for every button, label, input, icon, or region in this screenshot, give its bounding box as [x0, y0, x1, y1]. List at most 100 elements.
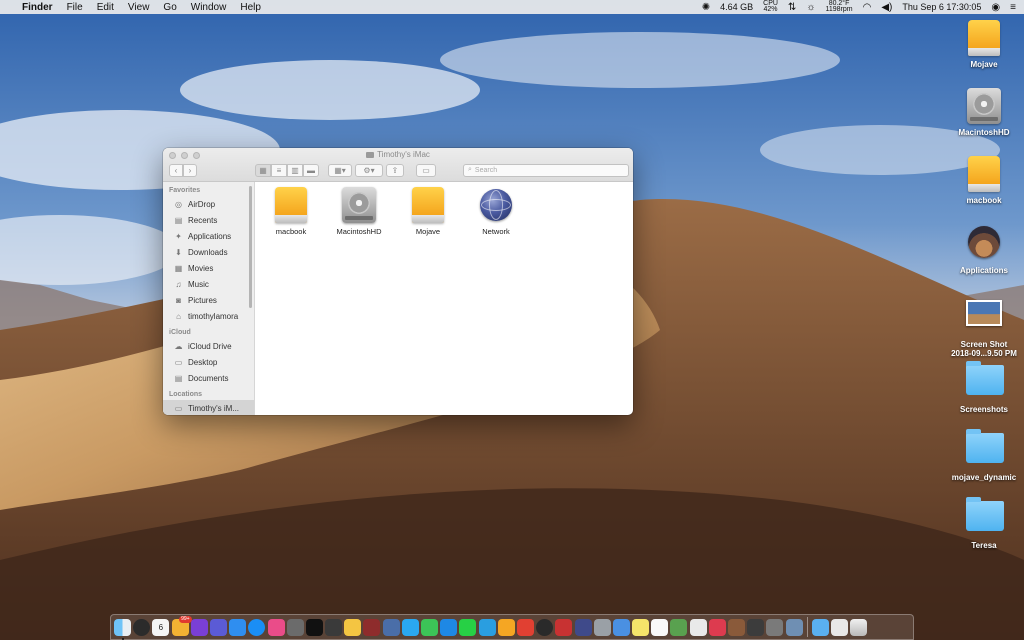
- sidebar-item-label: Downloads: [188, 247, 228, 257]
- share-button[interactable]: ⇪: [386, 163, 404, 177]
- dock-app-icon[interactable]: [440, 618, 458, 636]
- finder-item-network[interactable]: Network: [464, 186, 528, 236]
- dock-app-icon[interactable]: [209, 618, 227, 636]
- dock-app-icon[interactable]: [516, 618, 534, 636]
- desktop-item-mojave-dynamic[interactable]: mojave_dynamic: [944, 429, 1024, 482]
- sensor-indicator[interactable]: 80.2°F 1198rpm: [825, 0, 852, 13]
- dock-app-icon[interactable]: [267, 618, 285, 636]
- menu-edit[interactable]: Edit: [97, 2, 114, 13]
- icon-view-button[interactable]: ▦: [255, 163, 271, 177]
- menu-file[interactable]: File: [67, 2, 83, 13]
- dock-app-icon[interactable]: [421, 618, 438, 636]
- dock-app-icon[interactable]: [286, 618, 304, 636]
- notification-center-icon[interactable]: ≡: [1010, 2, 1016, 13]
- dock-app-icon[interactable]: [785, 618, 803, 636]
- desktop-item-mojave[interactable]: Mojave: [944, 20, 1024, 69]
- volume-icon[interactable]: ◀): [881, 2, 892, 13]
- desktop-item-screen-shot[interactable]: Screen Shot 2018-09...9.50 PM: [944, 294, 1024, 358]
- dock-app-icon[interactable]: [497, 618, 515, 636]
- dock-app-icon[interactable]: [831, 618, 849, 636]
- dock-app-icon[interactable]: [574, 618, 592, 636]
- dock-app-icon[interactable]: 99+: [171, 615, 192, 636]
- dock-app-icon[interactable]: [382, 618, 400, 636]
- forward-button[interactable]: ›: [183, 163, 197, 177]
- siri-icon[interactable]: ◉: [991, 2, 1000, 13]
- memory-indicator[interactable]: 4.64 GB: [720, 2, 753, 12]
- dock-app-icon[interactable]: [555, 618, 573, 636]
- airdrop-icon: ◎: [175, 199, 182, 209]
- dock-app-icon[interactable]: [766, 618, 784, 636]
- dock-app-icon[interactable]: [478, 618, 496, 636]
- dock-app-icon[interactable]: [651, 618, 669, 636]
- sidebar-item-downloads[interactable]: ⬇ Downloads: [163, 244, 254, 260]
- desktop-item-screenshots[interactable]: Screenshots: [944, 361, 1024, 414]
- dock-app-icon[interactable]: [363, 618, 381, 636]
- dock-app-icon[interactable]: [689, 618, 707, 636]
- clock[interactable]: Thu Sep 6 17:30:05: [902, 2, 981, 12]
- dock-app-icon[interactable]: [728, 618, 745, 636]
- dock-app-icon[interactable]: [536, 618, 554, 636]
- action-gear-button[interactable]: ⚙▾: [355, 163, 383, 177]
- group-by-button[interactable]: ▦▾: [328, 163, 352, 177]
- finder-item-macbook[interactable]: macbook: [259, 186, 323, 236]
- finder-item-macintoshhd[interactable]: MacintoshHD: [327, 186, 391, 236]
- menu-help[interactable]: Help: [240, 2, 261, 13]
- dock-app-icon[interactable]: [612, 618, 630, 636]
- desktop-item-macintoshhd[interactable]: MacintoshHD: [944, 88, 1024, 137]
- sidebar-scrollbar[interactable]: [249, 186, 252, 308]
- finder-item-mojave[interactable]: Mojave: [396, 186, 460, 236]
- dock-app-icon[interactable]: [325, 618, 343, 636]
- desktop-item-label: Mojave: [970, 60, 998, 69]
- brightness-icon[interactable]: ✺: [702, 2, 710, 13]
- desktop-item-applications[interactable]: Applications: [944, 226, 1024, 275]
- menu-window[interactable]: Window: [191, 2, 227, 13]
- dock-app-icon[interactable]: [401, 618, 419, 636]
- sidebar-item-applications[interactable]: ✦ Applications: [163, 228, 254, 244]
- column-view-button[interactable]: ▥: [287, 163, 303, 177]
- tags-button[interactable]: ▭: [416, 163, 436, 177]
- orange-drive-icon: [259, 186, 323, 224]
- sidebar-item-movies[interactable]: ▦ Movies: [163, 260, 254, 276]
- network-activity-icon[interactable]: ⇅: [788, 2, 796, 13]
- app-menu-finder[interactable]: Finder: [22, 2, 53, 13]
- dock-app-icon[interactable]: [133, 618, 151, 636]
- sidebar-item-imac[interactable]: ▭ Timothy's iM...: [163, 400, 254, 415]
- dock-app-icon[interactable]: [114, 618, 131, 640]
- sidebar-item-icloud-drive[interactable]: ☁ iCloud Drive: [163, 338, 254, 354]
- gallery-view-button[interactable]: ▬: [303, 163, 319, 177]
- dock-app-icon[interactable]: [593, 618, 611, 636]
- sidebar-item-label: Applications: [188, 231, 232, 241]
- sidebar-item-pictures[interactable]: ◙ Pictures: [163, 292, 254, 308]
- list-view-button[interactable]: ≡: [271, 163, 287, 177]
- dock-app-icon[interactable]: [248, 618, 266, 636]
- dock-app-icon[interactable]: [190, 618, 208, 636]
- wifi-icon[interactable]: ◠: [863, 2, 872, 13]
- desktop-item-macbook[interactable]: macbook: [944, 156, 1024, 205]
- display-icon[interactable]: ☼: [806, 2, 815, 13]
- back-button[interactable]: ‹: [169, 163, 183, 177]
- search-input[interactable]: ⌕ Search: [463, 163, 629, 177]
- finder-titlebar[interactable]: Timothy's iMac ‹ › ▦ ≡ ▥ ▬ ▦▾ ⚙▾ ⇪ ▭ ⌕ S…: [163, 148, 633, 182]
- dock-app-icon[interactable]: [344, 618, 362, 636]
- sidebar-item-home[interactable]: ⌂ timothylamora: [163, 308, 254, 324]
- sidebar-item-documents[interactable]: ▤ Documents: [163, 370, 254, 386]
- sidebar-item-recents[interactable]: ▤ Recents: [163, 212, 254, 228]
- dock-app-icon[interactable]: [747, 618, 765, 636]
- menu-view[interactable]: View: [128, 2, 150, 13]
- sidebar-item-airdrop[interactable]: ◎ AirDrop: [163, 196, 254, 212]
- dock-app-icon[interactable]: [811, 618, 829, 636]
- dock-app-icon[interactable]: 6: [152, 618, 170, 636]
- dock-app-icon[interactable]: [708, 618, 726, 636]
- dock-app-icon[interactable]: [229, 618, 247, 636]
- sidebar-item-music[interactable]: ♫ Music: [163, 276, 254, 292]
- dock-app-icon[interactable]: [632, 618, 650, 636]
- desktop-item-teresa[interactable]: Teresa: [944, 497, 1024, 550]
- orange-drive-icon: [966, 156, 1002, 192]
- sidebar-item-desktop[interactable]: ▭ Desktop: [163, 354, 254, 370]
- dock-app-icon[interactable]: [459, 618, 477, 636]
- trash-icon[interactable]: [850, 618, 868, 636]
- dock-app-icon[interactable]: [670, 618, 688, 636]
- cpu-indicator[interactable]: CPU 42%: [763, 0, 778, 13]
- menu-go[interactable]: Go: [163, 2, 176, 13]
- dock-app-icon[interactable]: [305, 618, 323, 636]
